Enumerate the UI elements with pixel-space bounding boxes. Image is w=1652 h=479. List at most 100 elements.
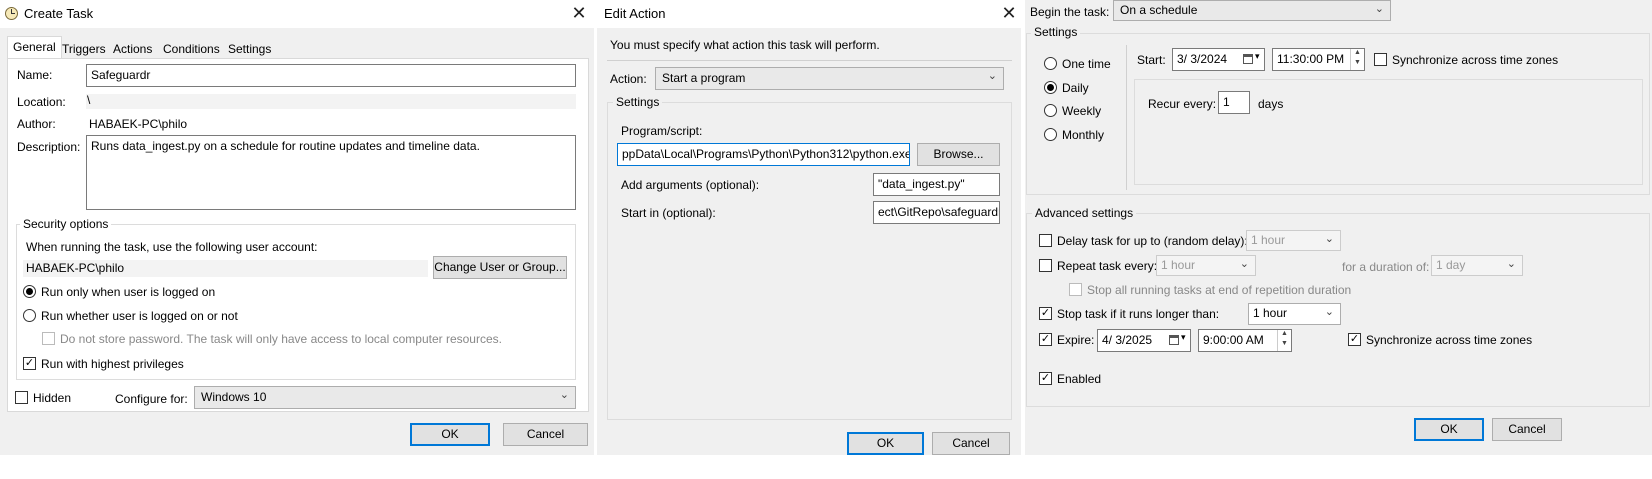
browse-button[interactable]: Browse... [917,143,1000,166]
begin-task-select[interactable]: On a schedule ⌄ [1113,0,1391,21]
delay-label: Delay task for up to (random delay): [1057,234,1248,248]
change-user-button[interactable]: Change User or Group... [433,256,567,279]
program-field[interactable]: ppData\Local\Programs\Python\Python312\p… [617,143,910,166]
run-whether-radio[interactable] [23,309,36,322]
chevron-down-icon: ⌄ [1324,306,1334,318]
start-time-field[interactable]: 11:30:00 PM ▲ ▼ [1272,48,1365,71]
run-logged-on-label: Run only when user is logged on [41,285,216,299]
description-field[interactable]: Runs data_ingest.py on a schedule for ro… [86,135,576,210]
time-spinner-icon[interactable]: ▲ ▼ [1350,49,1364,70]
duration-value: 1 day [1436,258,1466,272]
repeat-select[interactable]: 1 hour ⌄ [1156,255,1256,276]
expire-date-field[interactable]: 4/ 3/2025 ▾ [1097,329,1191,352]
close-icon[interactable]: ✕ [567,2,591,26]
chevron-down-icon: ⌄ [987,70,997,82]
edit-action-titlebar: Edit Action ✕ [597,0,1021,28]
tab-settings[interactable]: Settings [222,38,277,59]
begin-task-label: Begin the task: [1030,5,1110,19]
start-time-value: 11:30:00 PM [1277,52,1345,66]
edit-action-cancel-button[interactable]: Cancel [932,432,1010,455]
tab-conditions[interactable]: Conditions [157,38,226,59]
no-store-password-checkbox[interactable] [42,332,55,345]
stop-if-select[interactable]: 1 hour ⌄ [1248,303,1341,325]
delay-checkbox[interactable] [1039,234,1052,247]
start-label: Start: [1137,53,1166,67]
start-date-field[interactable]: 3/ 3/2024 ▾ [1172,48,1265,71]
daily-label: Daily [1062,81,1089,95]
hidden-checkbox[interactable] [15,391,28,404]
program-label: Program/script: [621,124,703,138]
stop-if-checkbox[interactable]: ✓ [1039,307,1052,320]
description-label: Description: [17,140,81,154]
recur-label: Recur every: [1148,97,1217,111]
action-select[interactable]: Start a program ⌄ [655,67,1004,90]
create-task-title: Create Task [24,6,94,21]
advanced-settings-title: Advanced settings [1032,206,1137,220]
args-field[interactable]: "data_ingest.py" [873,173,1000,196]
trigger-window: Begin the task: On a schedule ⌄ Settings… [1025,0,1652,455]
chevron-down-icon: ⌄ [1374,3,1384,15]
location-value: \ [87,93,91,107]
no-store-password-label: Do not store password. The task will onl… [60,332,502,346]
instruction-divider [607,60,1012,61]
instruction-text: You must specify what action this task w… [610,38,880,52]
stop-if-value: 1 hour [1253,306,1288,320]
configure-for-label: Configure for: [115,392,188,406]
trigger-cancel-button[interactable]: Cancel [1492,418,1562,441]
expire-time-field[interactable]: 9:00:00 AM ▲ ▼ [1198,329,1292,352]
weekly-radio[interactable] [1044,104,1057,117]
args-label: Add arguments (optional): [621,178,760,192]
edit-action-title: Edit Action [604,6,666,21]
name-field[interactable]: Safeguardr [86,64,576,87]
expire-checkbox[interactable]: ✓ [1039,333,1052,346]
daily-radio[interactable] [1044,81,1057,94]
trigger-ok-button[interactable]: OK [1414,418,1484,441]
close-icon[interactable]: ✕ [997,2,1021,26]
recur-unit: days [1258,97,1284,111]
account-prompt: When running the task, use the following… [26,240,318,254]
tab-triggers[interactable]: Triggers [56,38,112,59]
start-in-label: Start in (optional): [621,206,716,220]
start-sync-label: Synchronize across time zones [1392,53,1559,67]
chevron-down-icon: ⌄ [1239,258,1249,270]
stop-all-checkbox[interactable] [1069,283,1082,296]
monthly-radio[interactable] [1044,128,1057,141]
tab-actions[interactable]: Actions [107,38,158,59]
repeat-checkbox[interactable] [1039,259,1052,272]
delay-select[interactable]: 1 hour ⌄ [1246,230,1341,251]
recur-field[interactable]: 1 [1218,91,1250,114]
action-settings-title: Settings [613,95,663,109]
time-spinner-icon[interactable]: ▲ ▼ [1277,330,1291,351]
expire-sync-checkbox[interactable]: ✓ [1348,333,1361,346]
create-task-window: Create Task ✕ General Triggers Actions C… [0,0,594,455]
edit-action-ok-button[interactable]: OK [847,432,924,455]
expire-date-value: 4/ 3/2025 [1102,333,1153,347]
start-in-field[interactable]: ect\GitRepo\safeguardr\ [873,201,1000,224]
configure-for-value: Windows 10 [201,390,267,404]
enabled-checkbox[interactable]: ✓ [1039,372,1052,385]
duration-select[interactable]: 1 day ⌄ [1431,255,1523,276]
account-value: HABAEK-PC\philo [26,261,125,275]
duration-label: for a duration of: [1342,260,1430,274]
expire-time-value: 9:00:00 AM [1203,333,1264,347]
action-value: Start a program [662,71,746,85]
expire-label: Expire: [1057,333,1095,347]
author-value: HABAEK-PC\philo [89,117,188,131]
expire-sync-label: Synchronize across time zones [1366,333,1533,347]
author-label: Author: [17,117,56,131]
trigger-settings-title: Settings [1031,25,1081,39]
hidden-label: Hidden [33,391,72,405]
start-date-value: 3/ 3/2024 [1177,52,1228,66]
configure-for-select[interactable]: Windows 10 ⌄ [194,386,576,409]
tab-general[interactable]: General [7,36,62,59]
highest-privileges-checkbox[interactable]: ✓ [23,357,36,370]
stop-if-label: Stop task if it runs longer than: [1057,307,1220,321]
one-time-radio[interactable] [1044,57,1057,70]
create-task-ok-button[interactable]: OK [410,423,490,446]
start-sync-checkbox[interactable] [1374,53,1387,66]
calendar-icon [1169,335,1179,345]
weekly-label: Weekly [1062,104,1102,118]
calendar-icon [1243,54,1253,64]
create-task-cancel-button[interactable]: Cancel [503,423,588,446]
run-logged-on-radio[interactable] [23,285,36,298]
